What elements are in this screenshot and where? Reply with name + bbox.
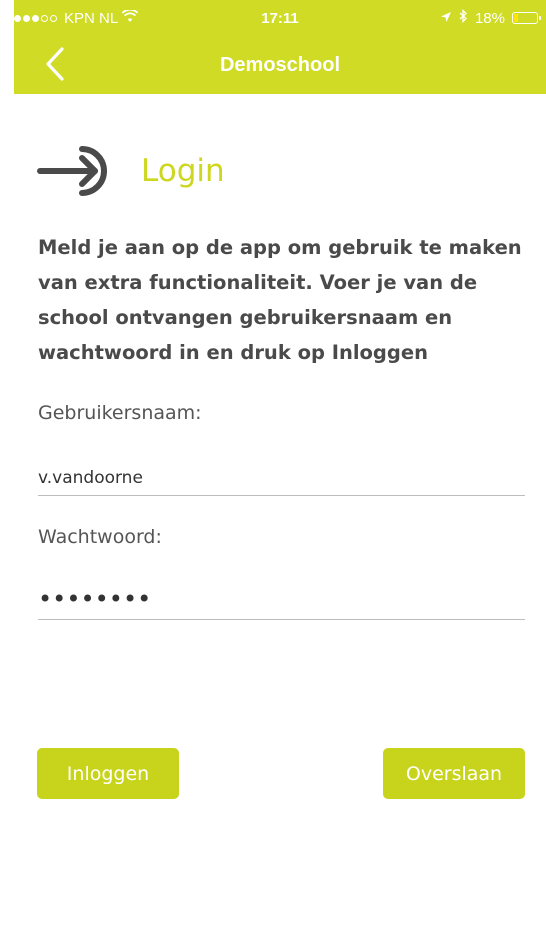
status-bar: KPN NL 17:11 18% — [14, 0, 546, 36]
bluetooth-icon — [459, 8, 468, 27]
battery-icon — [512, 12, 541, 24]
login-screen: KPN NL 17:11 18% Demoschool Login Meld j… — [0, 0, 546, 946]
password-label: Wachtwoord: — [38, 526, 162, 548]
location-arrow-icon — [440, 10, 452, 27]
nav-bar: Demoschool — [14, 36, 546, 94]
login-title: Login — [141, 153, 225, 189]
login-button[interactable]: Inloggen — [37, 748, 179, 799]
status-right: 18% — [440, 0, 541, 36]
username-label: Gebruikersnaam: — [38, 402, 202, 424]
battery-level — [514, 14, 518, 22]
username-field[interactable] — [38, 460, 525, 496]
battery-percentage: 18% — [474, 9, 505, 27]
intro-text: Meld je aan op de app om gebruik te make… — [38, 236, 522, 364]
password-field[interactable] — [38, 578, 525, 620]
nav-title: Demoschool — [219, 54, 341, 76]
sign-in-icon — [37, 141, 123, 201]
login-header: Login — [37, 136, 225, 206]
skip-button[interactable]: Overslaan — [383, 748, 525, 799]
